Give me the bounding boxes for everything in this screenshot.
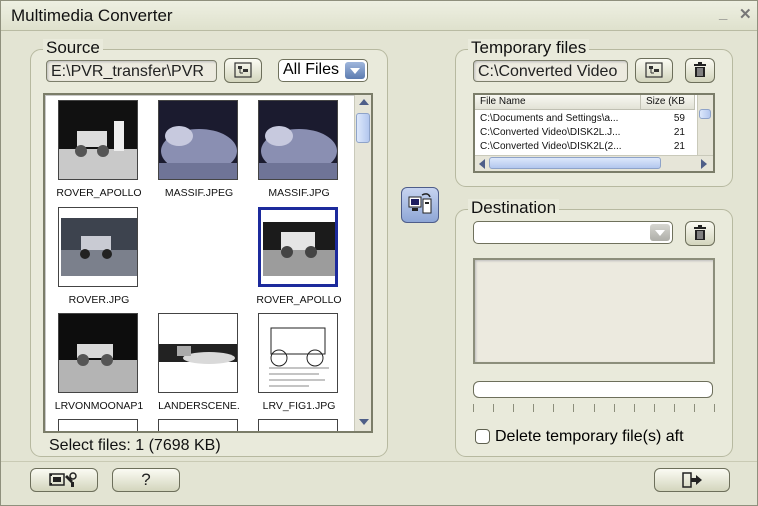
thumbnail-label: LRV_FIG1.JPG — [262, 400, 336, 412]
source-title: Source — [43, 39, 103, 57]
horizontal-scroll-thumb[interactable] — [489, 157, 661, 169]
temp-row-name[interactable]: C:\Converted Video\DISK2L.J... — [480, 126, 640, 139]
source-path-field[interactable]: E:\PVR_transfer\PVR — [46, 60, 217, 82]
help-button[interactable]: ? — [112, 468, 180, 492]
progress-tick — [594, 404, 595, 412]
folder-tree-icon — [234, 62, 252, 78]
progress-tick — [553, 404, 554, 412]
temporary-files-table[interactable]: File Name Size (KB C:\Documents and Sett… — [473, 93, 715, 173]
clear-destination-button[interactable] — [685, 221, 715, 246]
progress-ticks — [473, 404, 715, 414]
thumbnail-partial — [158, 419, 238, 431]
vertical-scroll-thumb[interactable] — [699, 109, 711, 119]
scroll-thumb[interactable] — [356, 113, 370, 143]
convert-computer-icon — [408, 193, 432, 214]
temporary-path-field[interactable]: C:\Converted Video — [473, 60, 628, 82]
selection-status: Select files: 1 (7698 KB) — [49, 437, 221, 454]
multimedia-converter-window: Multimedia Converter _ ✕ Source E:\PVR_t… — [0, 0, 758, 506]
destination-combo[interactable] — [473, 221, 673, 244]
thumbnail-image[interactable] — [258, 313, 338, 393]
thumbnail-label: MASSIF.JPEG — [164, 187, 234, 199]
progress-tick — [674, 404, 675, 412]
thumbnail-image[interactable] — [258, 207, 338, 287]
delete-temp-checkbox[interactable] — [475, 429, 490, 444]
thumbnail-image[interactable] — [58, 100, 138, 180]
chevron-down-icon[interactable] — [345, 62, 365, 79]
progress-tick — [473, 404, 474, 412]
column-header-file-name[interactable]: File Name — [475, 95, 641, 110]
progress-tick — [533, 404, 534, 412]
thumbnail-label: ROVER_APOLLO — [56, 187, 142, 199]
progress-tick — [694, 404, 695, 412]
temp-row-name[interactable]: C:\Converted Video\DISK2L(2... — [480, 140, 640, 153]
thumbnail-label: ROVER.JPG — [68, 294, 130, 306]
column-header-size[interactable]: Size (KB — [641, 95, 695, 110]
thumbnail-image[interactable] — [158, 313, 238, 393]
browse-temporary-button[interactable] — [635, 58, 673, 83]
trash-icon — [694, 225, 706, 240]
thumbnail-image[interactable] — [258, 100, 338, 180]
exit-button[interactable] — [654, 468, 730, 492]
thumbnail-image[interactable] — [58, 207, 138, 287]
minimize-button[interactable]: _ — [719, 5, 727, 22]
progress-tick — [573, 404, 574, 412]
scroll-right-icon[interactable] — [701, 159, 707, 169]
file-type-filter[interactable]: All Files — [278, 59, 368, 82]
source-file-list[interactable]: ROVER_APOLLO MASSIF.JPEG MASSIF.JPG ROVER.J… — [43, 93, 373, 433]
trash-icon — [694, 62, 706, 77]
chevron-down-icon[interactable] — [650, 224, 670, 241]
temp-row-size: 59 — [673, 113, 685, 124]
video-settings-icon — [49, 472, 77, 487]
source-scrollbar[interactable] — [354, 95, 371, 431]
window-title: Multimedia Converter — [11, 6, 173, 25]
thumbnail-image[interactable] — [58, 313, 138, 393]
temporary-files-title: Temporary files — [468, 39, 590, 57]
file-type-filter-value: All Files — [283, 61, 340, 78]
temp-row-name[interactable]: C:\Documents and Settings\a... — [480, 112, 640, 125]
conversion-progress-bar — [473, 381, 713, 398]
progress-tick — [614, 404, 615, 412]
progress-tick — [654, 404, 655, 412]
scroll-up-icon[interactable] — [359, 99, 369, 105]
progress-tick — [513, 404, 514, 412]
exit-door-icon — [682, 472, 702, 488]
settings-button[interactable] — [30, 468, 98, 492]
thumbnail-partial — [58, 419, 138, 431]
temp-row-size: 21 — [673, 127, 685, 138]
folder-tree-icon — [645, 62, 663, 78]
thumbnail-label: LRVONMOONAP1 — [54, 400, 144, 412]
footer-divider — [1, 461, 757, 462]
destination-info-area — [473, 258, 715, 364]
title-bar: Multimedia Converter _ ✕ — [1, 1, 757, 31]
convert-button[interactable] — [401, 187, 439, 223]
thumbnail-label: LANDERSCENE. — [158, 400, 240, 412]
scroll-down-icon[interactable] — [359, 419, 369, 425]
thumbnail-partial — [258, 419, 338, 431]
delete-temp-label: Delete temporary file(s) aft — [495, 428, 684, 445]
temporary-vertical-scrollbar[interactable] — [697, 95, 713, 155]
temp-row-size: 21 — [673, 141, 685, 152]
close-button[interactable]: ✕ — [739, 5, 752, 23]
progress-tick — [634, 404, 635, 412]
thumbnail-label: MASSIF.JPG — [268, 187, 330, 199]
destination-title: Destination — [468, 199, 560, 217]
thumbnail-label: ROVER_APOLLO — [256, 294, 342, 306]
scroll-left-icon[interactable] — [479, 159, 485, 169]
clear-temporary-button[interactable] — [685, 58, 715, 83]
browse-source-button[interactable] — [224, 58, 262, 83]
progress-tick — [493, 404, 494, 412]
progress-tick — [714, 404, 715, 412]
thumbnail-image[interactable] — [158, 100, 238, 180]
temporary-horizontal-scrollbar[interactable] — [475, 155, 713, 171]
